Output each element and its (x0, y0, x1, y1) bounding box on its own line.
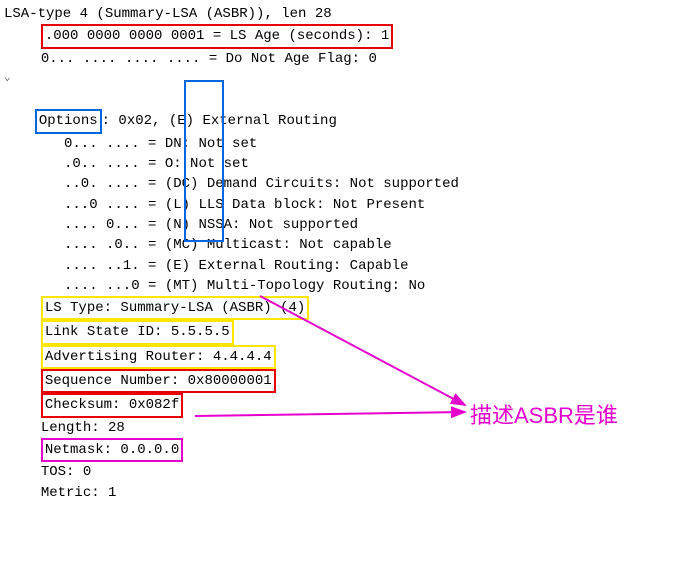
opt-dc-row[interactable]: ..0. .... = (DC) Demand Circuits: Not su… (4, 174, 687, 194)
tos-text: TOS: 0 (41, 464, 91, 480)
annotation-text: 描述ASBR是谁 (470, 403, 618, 428)
checksum-text: Checksum: 0x082f (45, 397, 179, 413)
options-label: Options (39, 113, 98, 129)
adv-router-row[interactable]: Advertising Router: 4.4.4.4 (4, 345, 687, 369)
ls-type-row[interactable]: LS Type: Summary-LSA (ASBR) (4) (4, 296, 687, 320)
opt-prefix: .... ...0 = (64, 278, 165, 294)
ls-type-box: LS Type: Summary-LSA (ASBR) (4) (41, 296, 309, 320)
opt-flag: (MT) (165, 278, 199, 294)
opt-prefix: 0... .... = (64, 136, 165, 152)
opt-prefix: ..0. .... = (64, 176, 165, 192)
netmask-row[interactable]: Netmask: 0.0.0.0 (4, 438, 687, 462)
opt-flag: O: (165, 156, 190, 172)
metric-row[interactable]: Metric: 1 (4, 483, 687, 503)
link-state-id-row[interactable]: Link State ID: 5.5.5.5 (4, 320, 687, 344)
opt-flag: (MC) (165, 237, 199, 253)
opt-l-row[interactable]: ...0 .... = (L) LLS Data block: Not Pres… (4, 195, 687, 215)
opt-flag: (N) (165, 217, 190, 233)
length-text: Length: 28 (41, 420, 125, 436)
opt-desc: Not set (190, 156, 249, 172)
opt-flag: (L) (165, 197, 190, 213)
caret-icon[interactable]: ⌄ (4, 71, 11, 87)
opt-o-row[interactable]: .0.. .... = O: Not set (4, 154, 687, 174)
ls-age-text: .000 0000 0000 0001 = LS Age (seconds): … (45, 28, 389, 44)
seq-num-row[interactable]: Sequence Number: 0x80000001 (4, 369, 687, 393)
opt-prefix: ...0 .... = (64, 197, 165, 213)
options-row[interactable]: ⌄ Options: 0x02, (E) External Routing (4, 69, 687, 134)
opt-desc: Multicast: Not capable (198, 237, 391, 253)
opt-e-row[interactable]: .... ..1. = (E) External Routing: Capabl… (4, 256, 687, 276)
opt-desc: Not set (190, 136, 257, 152)
opt-mc-row[interactable]: .... .0.. = (MC) Multicast: Not capable (4, 235, 687, 255)
options-rest: : 0x02, (E) External Routing (102, 113, 337, 129)
ls-type-text: LS Type: Summary-LSA (ASBR) (4) (45, 300, 305, 316)
checksum-box: Checksum: 0x082f (41, 393, 183, 417)
opt-prefix: .... .0.. = (64, 237, 165, 253)
link-state-id-text: Link State ID: 5.5.5.5 (45, 324, 230, 340)
ls-age-box: .000 0000 0000 0001 = LS Age (seconds): … (41, 24, 393, 48)
opt-dn-row[interactable]: 0... .... = DN: Not set (4, 134, 687, 154)
opt-mt-row[interactable]: .... ...0 = (MT) Multi-Topology Routing:… (4, 276, 687, 296)
adv-router-text: Advertising Router: 4.4.4.4 (45, 349, 272, 365)
opt-prefix: .0.. .... = (64, 156, 165, 172)
opt-n-row[interactable]: .... 0... = (N) NSSA: Not supported (4, 215, 687, 235)
opt-desc: Multi-Topology Routing: No (198, 278, 425, 294)
opt-desc: NSSA: Not supported (190, 217, 358, 233)
tos-row[interactable]: TOS: 0 (4, 462, 687, 482)
do-not-age-text: 0... .... .... .... = Do Not Age Flag: 0 (41, 51, 377, 67)
annotation-asbr: 描述ASBR是谁 (470, 400, 618, 432)
seq-num-text: Sequence Number: 0x80000001 (45, 373, 272, 389)
opt-prefix: .... ..1. = (64, 258, 165, 274)
netmask-box: Netmask: 0.0.0.0 (41, 438, 183, 462)
ls-age-row[interactable]: .000 0000 0000 0001 = LS Age (seconds): … (4, 24, 687, 48)
opt-flag: DN: (165, 136, 190, 152)
adv-router-box: Advertising Router: 4.4.4.4 (41, 345, 276, 369)
opt-flag: (DC) (165, 176, 199, 192)
lsa-header: LSA-type 4 (Summary-LSA (ASBR)), len 28 (4, 4, 687, 24)
netmask-text: Netmask: 0.0.0.0 (45, 442, 179, 458)
opt-desc: LLS Data block: Not Present (190, 197, 425, 213)
do-not-age-row[interactable]: 0... .... .... .... = Do Not Age Flag: 0 (4, 49, 687, 69)
link-state-id-box: Link State ID: 5.5.5.5 (41, 320, 234, 344)
options-label-box: Options (35, 109, 102, 133)
lsa-header-text: LSA-type 4 (Summary-LSA (ASBR)), len 28 (4, 6, 332, 22)
opt-desc: External Routing: Capable (190, 258, 408, 274)
opt-desc: Demand Circuits: Not supported (198, 176, 458, 192)
opt-prefix: .... 0... = (64, 217, 165, 233)
metric-text: Metric: 1 (41, 485, 117, 501)
seq-num-box: Sequence Number: 0x80000001 (41, 369, 276, 393)
opt-flag: (E) (165, 258, 190, 274)
